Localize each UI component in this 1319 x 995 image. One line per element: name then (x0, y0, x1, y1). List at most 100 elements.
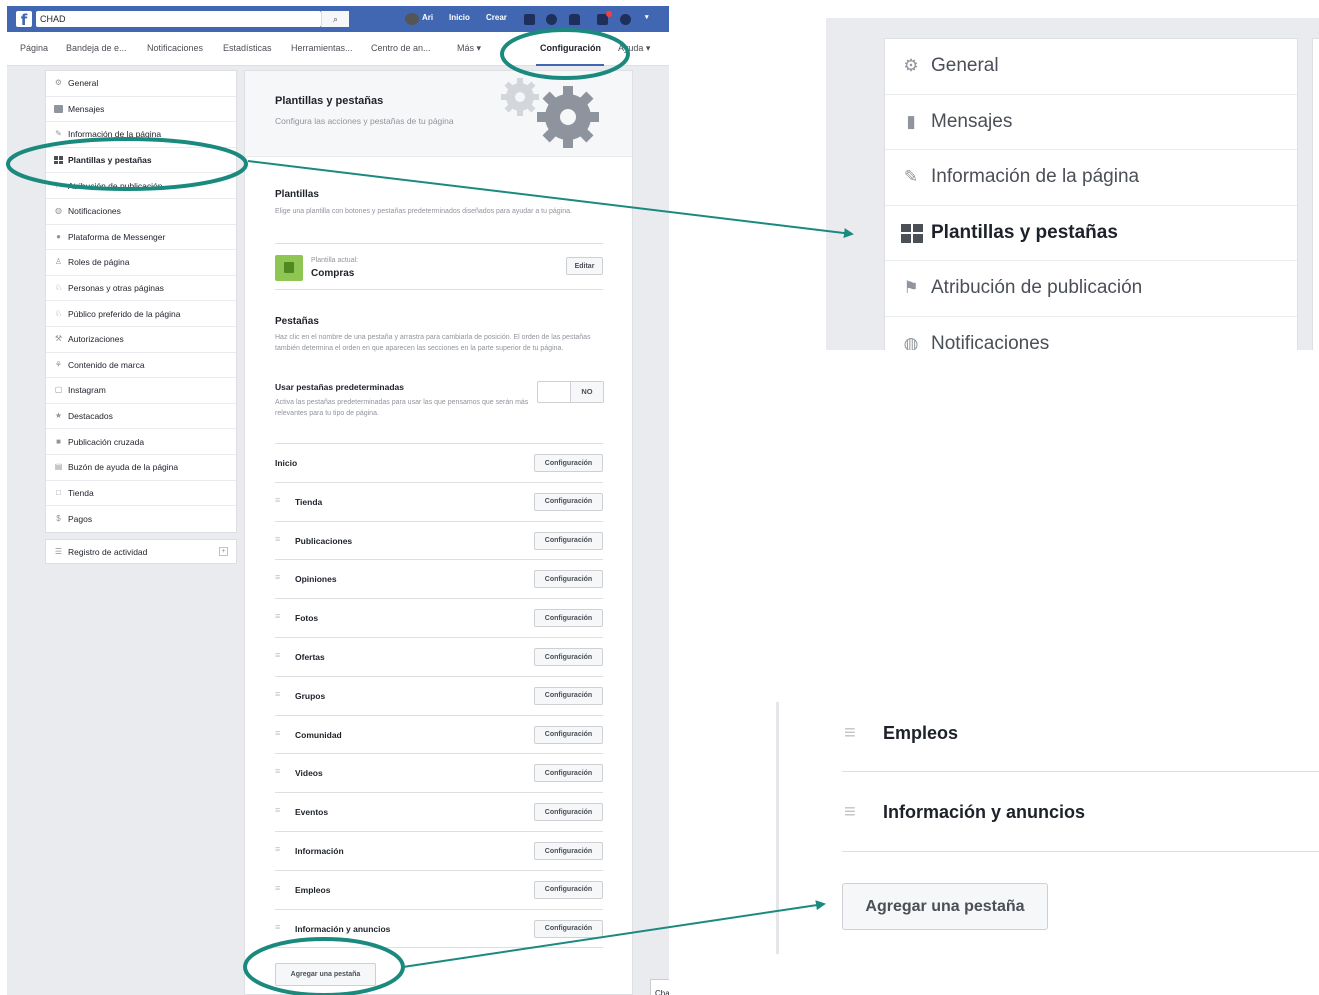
tab-row[interactable]: ≡ Ofertas Configuración (275, 637, 603, 676)
tab-config-button[interactable]: Configuración (534, 648, 603, 666)
tab-row[interactable]: ≡ Eventos Configuración (275, 792, 603, 831)
nav-inbox[interactable]: Bandeja de e... (66, 43, 127, 53)
nav-more[interactable]: Más ▾ (457, 43, 481, 54)
sidebar-item-people-pages[interactable]: ♘ Personas y otras páginas (46, 276, 236, 302)
sidebar-item-authorizations[interactable]: ⚒ Autorizaciones (46, 327, 236, 353)
zoom-item-notifications[interactable]: ◍ Notificaciones (885, 317, 1297, 350)
nav-ads-center[interactable]: Centro de an... (371, 43, 431, 53)
sidebar-item-page-info[interactable]: ✎ Información de la página (46, 122, 236, 148)
tab-config-button[interactable]: Configuración (534, 570, 603, 589)
zoom-add-tab-button[interactable]: Agregar una pestaña (842, 883, 1048, 930)
drag-handle-icon[interactable]: ≡ (275, 689, 283, 699)
edit-template-button[interactable]: Editar (566, 257, 603, 275)
expand-icon[interactable]: + (219, 547, 228, 556)
search-input[interactable]: CHAD ⌕ (36, 11, 349, 27)
drag-handle-icon[interactable]: ≡ (275, 612, 283, 621)
drag-handle-icon[interactable]: ≡ (844, 723, 856, 743)
drag-handle-icon[interactable]: ≡ (275, 728, 283, 738)
zoom-tab-row[interactable]: ≡ Información y anuncios (842, 772, 1319, 852)
tab-row[interactable]: ≡ Tienda Configuración (275, 481, 603, 521)
sidebar-item-branded-content[interactable]: ⚘ Contenido de marca (46, 353, 236, 379)
help-icon[interactable] (620, 14, 631, 25)
drag-handle-icon[interactable]: ≡ (275, 573, 283, 582)
tab-config-button[interactable]: Configuración (534, 492, 603, 511)
tab-config-button[interactable]: Configuración (534, 842, 603, 860)
sidebar-item-templates-tabs[interactable]: Plantillas y pestañas (46, 148, 236, 174)
tab-config-button[interactable]: Configuración (534, 803, 603, 822)
tab-row[interactable]: ≡ Información Configuración (275, 831, 603, 870)
nav-page[interactable]: Página (20, 43, 48, 53)
nav-help[interactable]: Ayuda ▾ (618, 43, 650, 54)
sidebar-item-shop[interactable]: □ Tienda (46, 481, 236, 507)
drag-handle-icon[interactable]: ≡ (275, 922, 283, 932)
add-tab-button[interactable]: Agregar una pestaña (275, 963, 376, 986)
sidebar-item-support-inbox[interactable]: ▤ Buzón de ayuda de la página (46, 455, 236, 481)
search-icon[interactable]: ⌕ (321, 11, 349, 27)
profile-link[interactable]: Ari (422, 13, 433, 22)
sidebar-item-featured[interactable]: ★ Destacados (46, 404, 236, 430)
zoom-tab-row[interactable]: ≡ Empleos (842, 692, 1319, 772)
nav-insights[interactable]: Estadísticas (223, 43, 272, 53)
avatar[interactable] (405, 13, 419, 25)
default-tabs-toggle[interactable]: NO (537, 381, 604, 403)
nav-settings[interactable]: Configuración (540, 43, 601, 53)
facebook-logo-icon[interactable]: f (16, 11, 32, 29)
notifications-bell-icon[interactable] (569, 14, 580, 25)
tab-row[interactable]: ≡ Información y anuncios Configuración (275, 908, 603, 948)
tab-row[interactable]: ≡ Fotos Configuración (275, 598, 603, 637)
drag-handle-icon[interactable]: ≡ (275, 534, 283, 544)
sidebar-item-page-roles[interactable]: ♙ Roles de página (46, 250, 236, 276)
friends-icon[interactable] (524, 14, 535, 25)
tab-config-button[interactable]: Configuración (534, 880, 603, 899)
tab-config-button[interactable]: Configuración (534, 764, 603, 783)
zoom-item-page-info[interactable]: ✎ Información de la página (885, 150, 1297, 206)
nav-notifications[interactable]: Notificaciones (147, 43, 203, 53)
home-link[interactable]: Inicio (449, 13, 470, 22)
zoom-item-post-attribution[interactable]: ⚑ Atribución de publicación (885, 261, 1297, 317)
tab-row[interactable]: ≡ Comunidad Configuración (275, 714, 603, 754)
zoom-item-messages[interactable]: ▮ Mensajes (885, 95, 1297, 150)
sidebar-item-label: Personas y otras páginas (68, 283, 164, 294)
dollar-icon: $ (56, 513, 61, 523)
tab-row[interactable]: ≡ Opiniones Configuración (275, 559, 603, 598)
sidebar-item-post-attribution[interactable]: ⚑ Atribución de publicación (46, 173, 236, 199)
tab-row[interactable]: Inicio Configuración (275, 443, 603, 482)
tab-config-button[interactable]: Configuración (534, 454, 603, 472)
tab-config-button[interactable]: Configuración (534, 609, 603, 628)
tab-config-button[interactable]: Configuración (534, 725, 603, 744)
drag-handle-icon[interactable]: ≡ (844, 802, 856, 822)
sidebar-item-messenger-platform[interactable]: ● Plataforma de Messenger (46, 225, 236, 251)
tab-row[interactable]: ≡ Empleos Configuración (275, 869, 603, 909)
tab-row[interactable]: ≡ Grupos Configuración (275, 675, 603, 715)
drag-handle-icon[interactable]: ≡ (275, 806, 283, 815)
sidebar-item-crossposting[interactable]: ■ Publicación cruzada (46, 429, 236, 455)
nav-tools[interactable]: Herramientas... (291, 43, 353, 53)
zoom-item-templates-tabs[interactable]: Plantillas y pestañas (885, 206, 1297, 261)
chevron-down-icon[interactable]: ▾ (645, 13, 649, 21)
drag-handle-icon[interactable]: ≡ (275, 845, 283, 854)
tab-config-button[interactable]: Configuración (534, 531, 603, 550)
search-value: CHAD (40, 14, 66, 24)
create-link[interactable]: Crear (486, 13, 507, 22)
activity-log-link[interactable]: ☰ Registro de actividad + (45, 539, 237, 564)
chat-tab[interactable]: Cha (650, 979, 669, 995)
drag-handle-icon[interactable]: ≡ (275, 883, 283, 893)
tab-row[interactable]: ≡ Publicaciones Configuración (275, 520, 603, 560)
sidebar-item-notifications[interactable]: ◍ Notificaciones (46, 199, 236, 225)
page-subtitle: Configura las acciones y pestañas de tu … (275, 116, 454, 126)
messenger-icon[interactable] (546, 14, 557, 25)
sidebar-item-payments[interactable]: $ Pagos (46, 506, 236, 532)
drag-handle-icon[interactable]: ≡ (275, 651, 283, 660)
sidebar-item-label: Pagos (68, 513, 93, 524)
sidebar-item-instagram[interactable]: ▢ Instagram (46, 378, 236, 404)
zoom-item-general[interactable]: ⚙ General (885, 39, 1297, 95)
drag-handle-icon[interactable]: ≡ (275, 495, 283, 505)
tab-config-button[interactable]: Configuración (534, 686, 603, 705)
drag-handle-icon[interactable]: ≡ (275, 767, 283, 776)
sidebar-item-preferred-audience[interactable]: ♘ Público preferido de la página (46, 301, 236, 327)
sidebar-item-general[interactable]: ⚙ General (46, 71, 236, 97)
tab-config-button[interactable]: Configuración (534, 919, 603, 938)
tab-row[interactable]: ≡ Videos Configuración (275, 753, 603, 792)
sidebar-item-messages[interactable]: Mensajes (46, 97, 236, 123)
tab-label: Grupos (295, 690, 326, 701)
